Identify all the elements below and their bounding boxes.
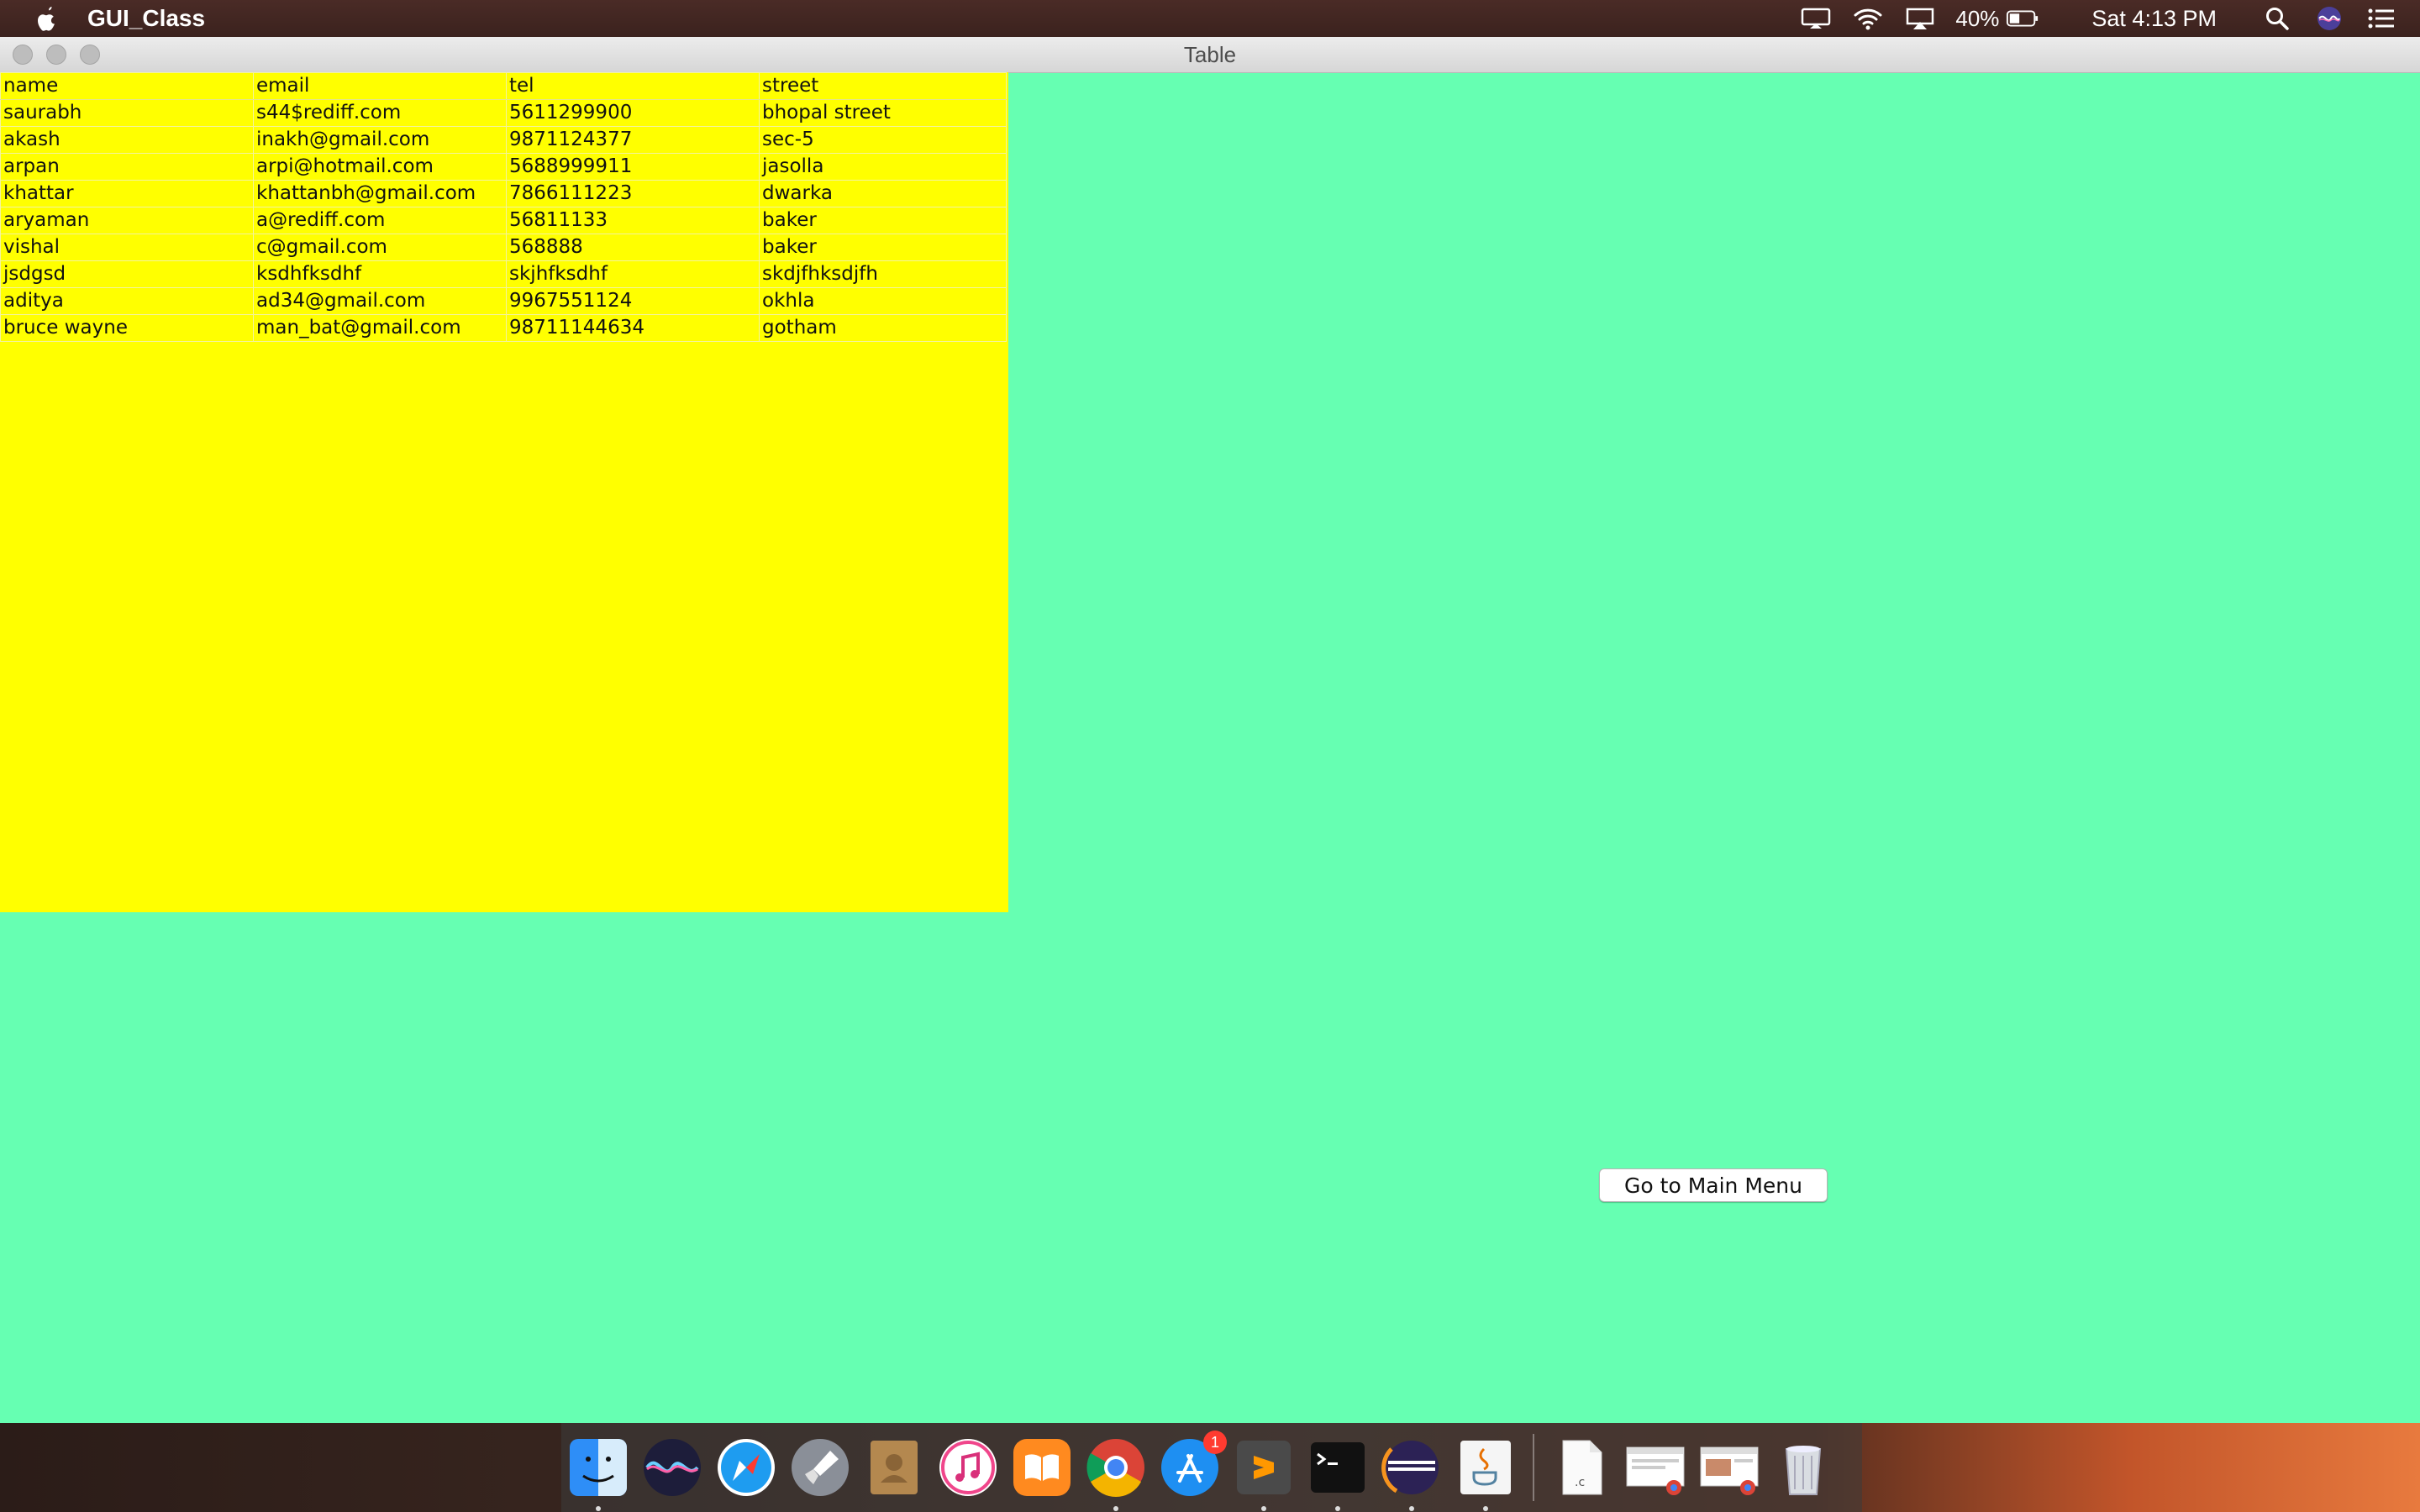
cell-email[interactable]: inakh@gmail.com (253, 126, 507, 154)
cell-street[interactable]: bhopal street (759, 99, 1007, 127)
table-row[interactable]: akash inakh@gmail.com 9871124377 sec-5 (0, 126, 1007, 154)
cell-tel[interactable]: 7866111223 (506, 180, 760, 207)
display-icon[interactable] (1799, 6, 1833, 31)
cell-name[interactable]: arpan (0, 153, 254, 181)
cell-name[interactable]: akash (0, 126, 254, 154)
siri-icon[interactable] (2312, 6, 2346, 31)
cell-name[interactable]: saurabh (0, 99, 254, 127)
cell-email[interactable]: man_bat@gmail.com (253, 314, 507, 342)
cell-email[interactable]: arpi@hotmail.com (253, 153, 507, 181)
java-icon[interactable] (1454, 1436, 1518, 1511)
chrome-icon[interactable] (1084, 1436, 1148, 1511)
siri-icon[interactable] (640, 1436, 704, 1499)
cell-street[interactable]: jasolla (759, 153, 1007, 181)
table-row[interactable]: aditya ad34@gmail.com 9967551124 okhla (0, 287, 1007, 315)
cell-street[interactable]: dwarka (759, 180, 1007, 207)
app-store-badge: 1 (1203, 1431, 1227, 1454)
document-icon[interactable]: .c (1549, 1436, 1613, 1499)
window-title: Table (1183, 42, 1237, 67)
table-row[interactable]: vishal c@gmail.com 568888 baker (0, 234, 1007, 261)
cell-name[interactable]: vishal (0, 234, 254, 261)
table-row[interactable]: aryaman a@rediff.com 56811133 baker (0, 207, 1007, 234)
cell-name[interactable]: bruce wayne (0, 314, 254, 342)
cell-tel[interactable]: 5688999911 (506, 153, 760, 181)
table-row[interactable]: bruce wayne man_bat@gmail.com 9871114463… (0, 314, 1007, 342)
trash-icon[interactable] (1771, 1436, 1835, 1499)
ibooks-icon[interactable] (1010, 1436, 1074, 1499)
cell-tel[interactable]: 98711144634 (506, 314, 760, 342)
apple-icon[interactable] (35, 5, 59, 32)
sublime-text-icon[interactable] (1232, 1436, 1296, 1511)
column-header-name[interactable]: name (0, 72, 254, 100)
wifi-icon[interactable] (1851, 6, 1885, 31)
dock: 1 .c (561, 1423, 1862, 1512)
contacts-icon[interactable] (862, 1436, 926, 1499)
eclipse-icon[interactable] (1380, 1436, 1444, 1511)
contacts-table[interactable]: name email tel street saurabh s44$rediff… (0, 72, 1007, 342)
safari-icon[interactable] (714, 1436, 778, 1499)
svg-text:.c: .c (1575, 1476, 1585, 1489)
table-panel: name email tel street saurabh s44$rediff… (0, 72, 1008, 912)
battery-percent[interactable]: 40% (1955, 6, 1999, 32)
cell-tel[interactable]: 568888 (506, 234, 760, 261)
app-name-menu[interactable]: GUI_Class (87, 5, 205, 32)
cell-name[interactable]: aryaman (0, 207, 254, 234)
cell-tel[interactable]: 9967551124 (506, 287, 760, 315)
cell-email[interactable]: c@gmail.com (253, 234, 507, 261)
launchpad-icon[interactable] (788, 1436, 852, 1499)
cell-tel[interactable]: skjhfksdhf (506, 260, 760, 288)
cell-tel[interactable]: 5611299900 (506, 99, 760, 127)
cell-tel[interactable]: 56811133 (506, 207, 760, 234)
cell-street[interactable]: baker (759, 207, 1007, 234)
cell-name[interactable]: khattar (0, 180, 254, 207)
cell-street[interactable]: gotham (759, 314, 1007, 342)
itunes-icon[interactable] (936, 1436, 1000, 1499)
chrome-window-icon-2[interactable] (1697, 1436, 1761, 1499)
window-title-bar[interactable]: Table (0, 37, 2420, 73)
table-window: Table name email tel street saurabh s44$… (0, 37, 2420, 1423)
column-header-email[interactable]: email (253, 72, 507, 100)
notification-center-icon[interactable] (2365, 6, 2398, 31)
chrome-window-icon[interactable] (1623, 1436, 1687, 1499)
dock-separator (1533, 1434, 1534, 1501)
spotlight-icon[interactable] (2260, 6, 2294, 31)
menu-bar: GUI_Class 40% Sat 4:13 PM (0, 0, 2420, 37)
table-header-row: name email tel street (0, 72, 1007, 100)
airplay-icon[interactable] (1903, 6, 1937, 31)
app-store-icon[interactable]: 1 (1158, 1431, 1227, 1499)
table-row[interactable]: jsdgsd ksdhfksdhf skjhfksdhf skdjfhksdjf… (0, 260, 1007, 288)
cell-tel[interactable]: 9871124377 (506, 126, 760, 154)
cell-name[interactable]: jsdgsd (0, 260, 254, 288)
cell-street[interactable]: baker (759, 234, 1007, 261)
cell-street[interactable]: sec-5 (759, 126, 1007, 154)
cell-street[interactable]: okhla (759, 287, 1007, 315)
finder-icon[interactable] (566, 1436, 630, 1511)
battery-icon[interactable] (2006, 6, 2039, 31)
cell-email[interactable]: a@rediff.com (253, 207, 507, 234)
cell-street[interactable]: skdjfhksdjfh (759, 260, 1007, 288)
cell-email[interactable]: khattanbh@gmail.com (253, 180, 507, 207)
cell-name[interactable]: aditya (0, 287, 254, 315)
cell-email[interactable]: ksdhfksdhf (253, 260, 507, 288)
go-to-main-menu-button[interactable]: Go to Main Menu (1599, 1168, 1828, 1202)
terminal-icon[interactable] (1306, 1436, 1370, 1511)
table-row[interactable]: arpan arpi@hotmail.com 5688999911 jasoll… (0, 153, 1007, 181)
table-row[interactable]: saurabh s44$rediff.com 5611299900 bhopal… (0, 99, 1007, 127)
table-row[interactable]: khattar khattanbh@gmail.com 7866111223 d… (0, 180, 1007, 207)
column-header-tel[interactable]: tel (506, 72, 760, 100)
column-header-street[interactable]: street (759, 72, 1007, 100)
cell-email[interactable]: s44$rediff.com (253, 99, 507, 127)
cell-email[interactable]: ad34@gmail.com (253, 287, 507, 315)
menu-clock[interactable]: Sat 4:13 PM (2091, 6, 2217, 32)
